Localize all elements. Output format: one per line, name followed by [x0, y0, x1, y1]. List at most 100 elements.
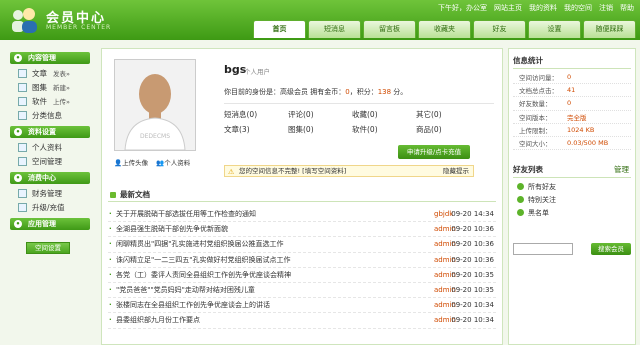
nav-home[interactable]: 首页 [253, 20, 306, 38]
doc-time: 09-20 10:35 [451, 270, 494, 279]
friends-title: 好友列表 管理 [513, 164, 631, 179]
header: 会员中心 MEMBER CENTER 下午好，办公室 网站主页 我的资料 我的空… [0, 0, 640, 40]
group-icon [517, 209, 524, 217]
member-center-logo-icon [12, 8, 37, 33]
doc-title-link[interactable]: 全湖县强生脱硝干部创先争优新面貌 [116, 225, 228, 233]
section-profile-settings: • 资料设置 [10, 126, 90, 138]
section-title: 资料设置 [28, 128, 56, 136]
doc-title-link[interactable]: 闲聊精贯出"四据"孔实施进村党组织换届公推直选工作 [116, 240, 283, 248]
doc-title-link[interactable]: 县委组织部九月份工作要点 [116, 316, 200, 324]
dot-icon: • [14, 174, 22, 182]
dot-icon: • [14, 128, 22, 136]
status-level: 高级会员 [280, 88, 308, 96]
friends-blacklist-link[interactable]: 黑名单 [509, 206, 635, 219]
info-key: 上传限制： [519, 126, 552, 135]
stat-other[interactable]: 其它(0) [416, 109, 480, 120]
top-links: 下午好，办公室 网站主页 我的资料 我的空间 注销 帮助 [438, 3, 634, 13]
nav-messages[interactable]: 短消息 [308, 20, 361, 38]
section-consumer-center: • 消费中心 [10, 172, 90, 184]
upload-avatar-label: 上传头像 [122, 159, 149, 167]
friend-group-label: 所有好友 [528, 182, 556, 191]
personal-info-link[interactable]: 👥个人资料 [156, 157, 190, 167]
default-avatar-icon: DEDECMS [115, 60, 195, 151]
member-search-input[interactable] [513, 243, 573, 255]
sidebar-item-articles[interactable]: 文章 发表» [0, 66, 98, 80]
site-home-link[interactable]: 网站主页 [494, 3, 522, 13]
upgrade-icon [18, 202, 27, 212]
stat-favorites[interactable]: 收藏(0) [352, 109, 416, 120]
info-space-version: 空间版本： 完全版 [513, 111, 631, 124]
info-value: 41 [567, 86, 576, 95]
sidebar-item-albums[interactable]: 图集 新建» [0, 80, 98, 94]
upload-link[interactable]: 上传» [53, 96, 70, 106]
stat-messages[interactable]: 短消息(0) [224, 109, 288, 120]
sidebar-item-label: 图集 [32, 82, 47, 92]
sidebar-item-space-management[interactable]: 空间管理 [0, 154, 98, 168]
stat-products[interactable]: 商品(0) [416, 124, 480, 135]
status-prefix: 你目前的身份是： [224, 88, 280, 96]
image-icon [18, 82, 27, 92]
list-item: 各党（工）委评人责同全县组织工作创先争优座谈会精神admin09-20 10:3… [108, 268, 496, 283]
sidebar-item-personal-info[interactable]: 个人资料 [0, 140, 98, 154]
info-value: 1024 KB [567, 125, 595, 134]
my-space-link[interactable]: 我的空间 [564, 3, 592, 13]
stat-articles[interactable]: 文章(3) [224, 124, 288, 135]
list-item: 全湖县强生脱硝干部创先争优新面貌admin09-20 10:36 [108, 222, 496, 238]
nav-friends[interactable]: 好友 [473, 20, 526, 38]
sidebar-item-label: 个人资料 [32, 142, 62, 152]
warning-icon: ⚠ [228, 168, 235, 176]
doc-title-link[interactable]: 张楼同志在全县组织工作创先争优座谈会上的讲话 [116, 301, 270, 309]
section-content-management: • 内容管理 [10, 52, 90, 64]
friends-all-link[interactable]: 所有好友 [509, 180, 635, 193]
doc-title-link[interactable]: 各党（工）委评人责同全县组织工作创先争优座谈会精神 [116, 271, 291, 279]
friend-group-label: 特别关注 [528, 195, 556, 204]
sidebar-item-software[interactable]: 软件 上传» [0, 94, 98, 108]
notice-text[interactable]: 您的空间信息不完整! [填写空间资料] [239, 167, 346, 175]
stat-albums[interactable]: 图集(0) [288, 124, 352, 135]
info-doc-clicks: 文档总点击： 41 [513, 84, 631, 98]
upload-avatar-link[interactable]: 👤上传头像 [114, 157, 148, 167]
stat-software[interactable]: 软件(0) [352, 124, 416, 135]
content-stats: 短消息(0) 评论(0) 收藏(0) 其它(0) 文章(3) 图集(0) 软件(… [224, 109, 480, 135]
stat-comments[interactable]: 评论(0) [288, 109, 352, 120]
my-profile-link[interactable]: 我的资料 [529, 3, 557, 13]
category-icon [18, 110, 27, 120]
hide-notice-link[interactable]: 隐藏提示 [443, 166, 469, 176]
sidebar-item-label: 升级/充值 [32, 202, 65, 212]
list-item: 张楼同志在全县组织工作创先争优座谈会上的讲话admin09-20 10:34 [108, 298, 496, 314]
group-icon [517, 183, 524, 191]
section-title: 内容管理 [28, 54, 56, 62]
manage-friends-link[interactable]: 管理 [614, 164, 629, 175]
info-value: 0 [567, 73, 572, 82]
upgrade-recharge-button[interactable]: 申请升级/点卡充值 [398, 145, 470, 159]
logout-link[interactable]: 注销 [599, 3, 613, 13]
incomplete-space-notice: ⚠ 您的空间信息不完整! [填写空间资料] 隐藏提示 [224, 165, 474, 177]
doc-time: 09-20 10:34 [451, 301, 494, 310]
sidebar-item-classifieds[interactable]: 分类信息 [0, 108, 98, 122]
info-stats-label: 信息统计 [513, 56, 543, 65]
nav-browse[interactable]: 随便踩踩 [583, 20, 636, 38]
sidebar-item-finance[interactable]: 财务管理 [0, 186, 98, 200]
info-key: 空间访问量： [519, 74, 558, 83]
doc-title-link[interactable]: 诛闪精立足"一二三四五"孔实做好村党组织换届试点工作 [116, 256, 290, 264]
search-members-button[interactable]: 搜索会员 [591, 243, 631, 255]
friends-followed-link[interactable]: 特别关注 [509, 193, 635, 206]
info-value: 0.03/500 MB [567, 139, 609, 148]
sidebar-item-upgrade[interactable]: 升级/充值 [0, 200, 98, 214]
info-space-visits: 空间访问量： 0 [513, 71, 631, 85]
finance-icon [18, 188, 27, 198]
info-key: 空间大小： [519, 140, 552, 149]
section-app-management: • 应用管理 [10, 218, 90, 230]
friends-label: 好友列表 [513, 165, 543, 175]
avatar-text: DEDECMS [140, 133, 170, 140]
nav-favorites[interactable]: 收藏夹 [418, 20, 471, 38]
new-album-link[interactable]: 新建» [53, 82, 70, 92]
user-icon [18, 142, 27, 152]
nav-guestbook[interactable]: 留言板 [363, 20, 416, 38]
doc-title-link[interactable]: 关于开展脱硝干部选拔任用等工作检查的通知 [116, 210, 256, 218]
doc-title-link[interactable]: "党员爸爸""党员妈妈"走动帮对结对困残儿童 [116, 286, 255, 294]
nav-settings[interactable]: 设置 [528, 20, 581, 38]
space-settings-button[interactable]: 空间设置 [26, 242, 70, 254]
help-link[interactable]: 帮助 [620, 3, 634, 13]
publish-link[interactable]: 发表» [53, 68, 70, 78]
